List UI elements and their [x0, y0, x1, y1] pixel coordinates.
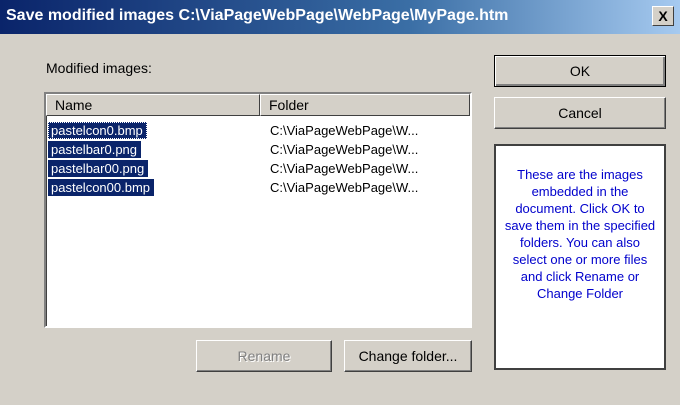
- cancel-button[interactable]: Cancel: [494, 97, 666, 129]
- table-row[interactable]: pastelbar0.png C:\ViaPageWebPage\W...: [46, 141, 470, 158]
- modified-images-list[interactable]: Name Folder pastelcon0.bmp C:\ViaPageWeb…: [44, 92, 472, 328]
- rename-button[interactable]: Rename: [196, 340, 332, 372]
- info-text: These are the images embedded in the doc…: [504, 167, 656, 301]
- save-images-dialog: Save modified images C:\ViaPageWebPage\W…: [0, 0, 680, 405]
- change-folder-button[interactable]: Change folder...: [344, 340, 472, 372]
- table-row[interactable]: pastelcon00.bmp C:\ViaPageWebPage\W...: [46, 179, 470, 196]
- file-name-cell[interactable]: pastelbar0.png: [48, 141, 142, 158]
- table-row[interactable]: pastelbar00.png C:\ViaPageWebPage\W...: [46, 160, 470, 177]
- info-text-box: These are the images embedded in the doc…: [494, 144, 666, 370]
- window-title: Save modified images C:\ViaPageWebPage\W…: [6, 7, 509, 24]
- column-header-name[interactable]: Name: [46, 94, 260, 116]
- folder-cell: C:\ViaPageWebPage\W...: [270, 142, 419, 157]
- close-button[interactable]: X: [652, 6, 674, 26]
- folder-cell: C:\ViaPageWebPage\W...: [270, 161, 419, 176]
- modified-images-label: Modified images:: [46, 60, 152, 76]
- folder-cell: C:\ViaPageWebPage\W...: [270, 180, 419, 195]
- column-headers: Name Folder: [46, 94, 470, 116]
- table-row[interactable]: pastelcon0.bmp C:\ViaPageWebPage\W...: [46, 122, 470, 139]
- file-name-cell[interactable]: pastelcon0.bmp: [48, 122, 147, 139]
- file-name-cell[interactable]: pastelcon00.bmp: [48, 179, 155, 196]
- file-name-cell[interactable]: pastelbar00.png: [48, 160, 149, 177]
- column-header-folder[interactable]: Folder: [260, 94, 470, 116]
- ok-button[interactable]: OK: [494, 55, 666, 87]
- title-bar[interactable]: Save modified images C:\ViaPageWebPage\W…: [0, 0, 680, 34]
- rename-button-label: Rename: [237, 348, 291, 364]
- folder-cell: C:\ViaPageWebPage\W...: [270, 123, 419, 138]
